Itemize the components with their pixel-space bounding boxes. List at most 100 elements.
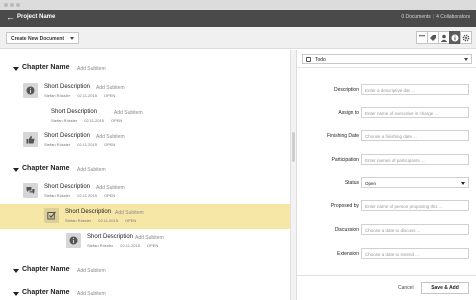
add-subitem-link[interactable]: Add Subitem	[77, 268, 106, 274]
item-date: 02.11.2015	[98, 218, 118, 223]
collapse-triangle-icon[interactable]	[13, 168, 19, 172]
collapse-triangle-icon[interactable]	[13, 269, 19, 273]
add-subitem-link[interactable]: Add Subitem	[77, 167, 106, 173]
item-author: Stefan Rössler	[44, 193, 71, 198]
item-author: Stefan Rössler	[44, 93, 71, 98]
item-meta: Stefan Rössler 02.11.2015 OPEN	[65, 218, 143, 223]
thumbs-up-icon	[26, 135, 35, 144]
item-date: 02.11.2015	[77, 93, 97, 98]
chapter-name: Chapter Name	[22, 64, 70, 71]
add-subitem-link[interactable]: Add Subitem	[115, 210, 144, 216]
scrollbar-thumb[interactable]	[292, 132, 295, 162]
item-status: OPEN	[103, 93, 116, 98]
item-tile	[23, 132, 38, 147]
chat-icon	[26, 187, 35, 194]
add-subitem-link[interactable]: Add Subitem	[135, 235, 164, 241]
finishing-date-field[interactable]: Choose a finishing date ...	[361, 130, 469, 141]
toolbar: Create New Document •••	[0, 27, 476, 49]
proposed-by-field[interactable]: Enter name of person proposing this ...	[361, 200, 469, 211]
title-bar: ← Project Name 0 Documents | 4 Collaborato…	[0, 10, 476, 27]
status-select[interactable]: Open	[361, 177, 469, 188]
info-icon	[26, 86, 35, 95]
discussion-field[interactable]: Choose a date to discuss ...	[361, 224, 469, 235]
add-subitem-link[interactable]: Add Subitem	[114, 110, 143, 116]
discussion-label: Discussion	[334, 227, 359, 233]
status-row: Status Open	[297, 177, 476, 189]
project-meta: 0 Documents | 4 Collaborators	[401, 14, 470, 20]
finishing-date-label: Finishing Date	[327, 133, 359, 139]
item-date: 02.11.2015	[77, 193, 97, 198]
save-and-add-button[interactable]: Save & Add	[421, 282, 469, 294]
item-type-value: Todo	[315, 57, 326, 63]
description-field[interactable]: Enter a descriptive dat ...	[361, 84, 469, 95]
item-type-row: Todo	[297, 50, 476, 68]
back-arrow-icon[interactable]: ←	[6, 12, 15, 22]
item-status: OPEN	[103, 193, 116, 198]
discussion-row: Discussion Choose a date to discuss ...	[297, 224, 476, 236]
item-status: OPEN	[146, 243, 159, 248]
create-document-button[interactable]: Create New Document	[6, 32, 79, 44]
cancel-button[interactable]: Cancel	[398, 285, 414, 291]
item-author: Stefan Rössler	[65, 218, 92, 223]
item-type-select[interactable]: Todo	[302, 54, 472, 64]
item-meta: Stefan Rössler 02.11.2015 OPEN	[44, 193, 122, 198]
item-title: Short Description	[65, 209, 112, 215]
item-title: Short Description	[51, 109, 98, 115]
chapter-name: Chapter Name	[22, 165, 70, 172]
item-meta: Stefan Rössler 02.11.2015 OPEN	[44, 142, 122, 147]
item-title: Short Description	[44, 184, 91, 190]
add-subitem-link[interactable]: Add Subitem	[77, 66, 106, 72]
proposed-by-row: Proposed by Enter name of person proposi…	[297, 200, 476, 212]
window-chrome	[0, 0, 476, 10]
item-meta: Stefan Rössler 02.11.2015 OPEN	[87, 243, 165, 248]
documents-count[interactable]: 0 Documents	[401, 14, 430, 20]
item-tile	[44, 208, 59, 223]
item-date: 02.11.2015	[120, 243, 140, 248]
collapse-triangle-icon[interactable]	[13, 67, 19, 71]
item-detail-panel: Todo Description Enter a descriptive dat…	[296, 50, 476, 300]
add-subitem-link[interactable]: Add Subitem	[96, 85, 125, 91]
add-subitem-link[interactable]: Add Subitem	[77, 291, 106, 297]
chevron-down-icon	[70, 37, 74, 40]
participation-row: Participation Enter names of participant…	[297, 154, 476, 166]
item-title: Short Description	[87, 234, 134, 240]
form-footer: Cancel Save & Add	[297, 275, 476, 300]
description-label: Description	[333, 87, 359, 93]
toolbar-icons: •••	[416, 31, 472, 44]
participation-label: Participation	[331, 157, 359, 163]
assign-to-row: Assign to Enter name of executive in cha…	[297, 107, 476, 119]
description-row: Description Enter a descriptive dat ...	[297, 84, 476, 96]
window-dot[interactable]	[16, 3, 20, 7]
chapter-name: Chapter Name	[22, 289, 70, 296]
item-status: OPEN	[124, 218, 137, 223]
chevron-down-icon	[464, 58, 468, 61]
add-subitem-link[interactable]: Add Subitem	[96, 185, 125, 191]
item-title: Short Description	[44, 133, 91, 139]
collaborators-count[interactable]: 4 Collaborators	[436, 14, 470, 20]
finishing-date-row: Finishing Date Choose a finishing date .…	[297, 130, 476, 142]
window-dot[interactable]	[4, 3, 8, 7]
add-subitem-link[interactable]: Add Subitem	[96, 134, 125, 140]
item-tile	[66, 233, 81, 248]
proposed-by-label: Proposed by	[330, 203, 359, 209]
item-author: Stefan Rössler	[87, 243, 114, 248]
extension-row: Extension Choose a date to extend ...	[297, 248, 476, 260]
document-outline: Chapter Name Add Subitem Short Descripti…	[0, 50, 290, 300]
participation-field[interactable]: Enter names of participants ...	[361, 154, 469, 165]
assign-to-label: Assign to	[338, 110, 359, 116]
info-icon	[69, 236, 78, 245]
window-dot[interactable]	[10, 3, 14, 7]
meta-separator: |	[432, 14, 435, 20]
checkbox-icon	[47, 211, 56, 220]
checkbox-icon	[306, 57, 311, 62]
collapse-triangle-icon[interactable]	[13, 292, 19, 296]
item-tile	[23, 183, 38, 198]
item-meta: Stefan Rössler 02.11.2015 OPEN	[44, 93, 122, 98]
item-status: OPEN	[110, 118, 123, 123]
settings-icon[interactable]	[460, 31, 472, 44]
assign-to-field[interactable]: Enter name of executive in charge ...	[361, 107, 469, 118]
item-author: Stefan Rössler	[51, 118, 78, 123]
item-author: Stefan Rössler	[44, 142, 71, 147]
extension-label: Extension	[337, 251, 359, 257]
extension-field[interactable]: Choose a date to extend ...	[361, 248, 469, 259]
